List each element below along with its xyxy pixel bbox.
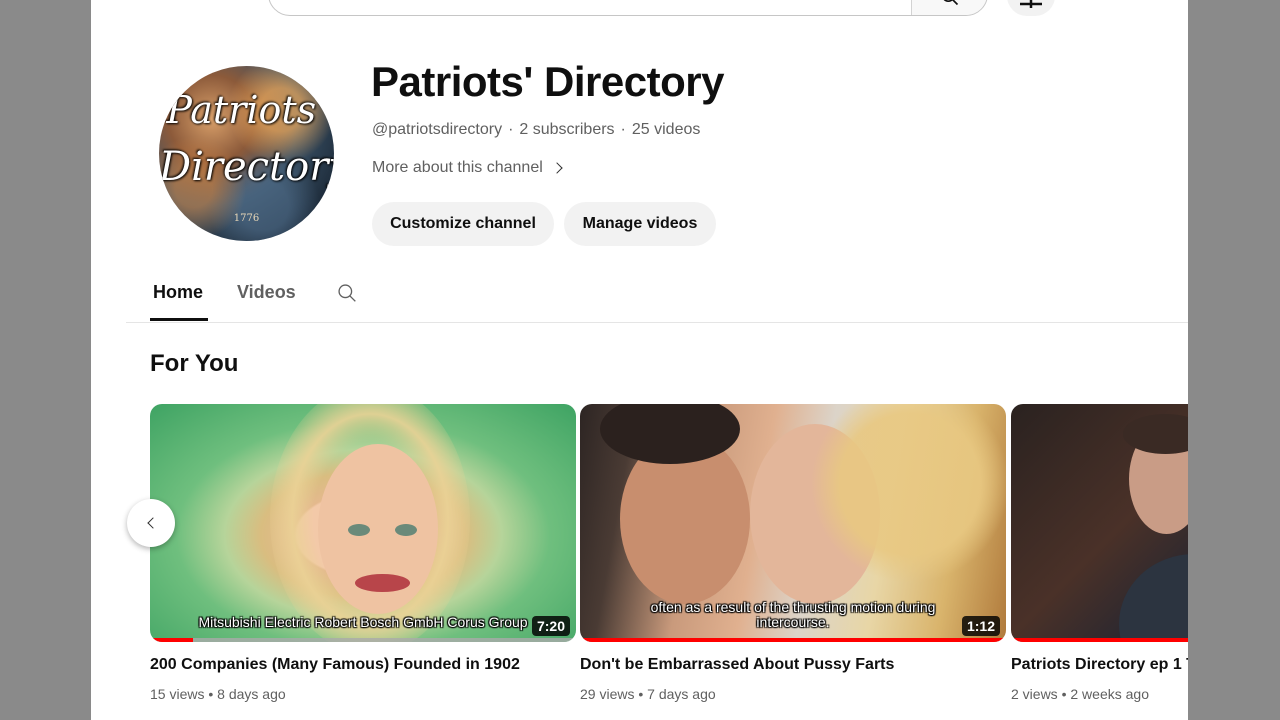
- video-card[interactable]: Patriots Directory ep 1 T 2 views • 2 we…: [1011, 404, 1188, 702]
- active-tab-indicator: [150, 318, 208, 321]
- meta-separator: ·: [620, 121, 626, 138]
- video-title[interactable]: Patriots Directory ep 1 T: [1011, 656, 1188, 674]
- watch-progress: [580, 638, 1006, 642]
- subscriber-count: 2 subscribers: [519, 121, 615, 138]
- more-about-link[interactable]: More about this channel: [372, 159, 563, 177]
- upload-age: 2 weeks ago: [1070, 686, 1149, 702]
- avatar-year: 1776: [233, 213, 260, 224]
- search-icon[interactable]: [337, 283, 357, 303]
- video-caption: Mitsubishi Electric Robert Bosch GmbH Co…: [198, 614, 528, 630]
- video-thumbnail[interactable]: [1011, 404, 1188, 642]
- meta-separator: •: [638, 686, 644, 702]
- chevron-right-icon: [551, 162, 563, 174]
- view-count: 15 views: [150, 686, 205, 702]
- avatar-text: Patriots': [166, 88, 327, 132]
- search-bar[interactable]: [268, 0, 988, 16]
- watch-progress-fill: [580, 638, 1006, 642]
- tabs-divider: [126, 322, 1188, 323]
- section-title: For You: [150, 350, 239, 377]
- avatar-text: Directory: [159, 144, 334, 190]
- search-icon: [943, 0, 958, 6]
- video-thumbnail[interactable]: often as a result of the thrusting motio…: [580, 404, 1006, 642]
- create-button[interactable]: [1007, 0, 1055, 16]
- video-thumbnail[interactable]: Mitsubishi Electric Robert Bosch GmbH Co…: [150, 404, 576, 642]
- watch-progress: [150, 638, 576, 642]
- tab-home[interactable]: Home: [153, 282, 203, 303]
- carousel-previous-button[interactable]: [127, 499, 175, 547]
- video-count: 25 videos: [631, 121, 701, 138]
- watch-progress-fill: [1011, 638, 1188, 642]
- video-card[interactable]: often as a result of the thrusting motio…: [580, 404, 1006, 702]
- video-title[interactable]: 200 Companies (Many Famous) Founded in 1…: [150, 656, 576, 674]
- more-about-label: More about this channel: [372, 159, 543, 176]
- video-meta: 29 views • 7 days ago: [580, 686, 1006, 702]
- search-button[interactable]: [911, 0, 987, 15]
- channel-name: Patriots' Directory: [371, 58, 724, 105]
- view-count: 2 views: [1011, 686, 1058, 702]
- channel-page: Patriots' Directory 1776 Patriots' Direc…: [91, 0, 1188, 720]
- channel-handle: @patriotsdirectory: [372, 121, 503, 138]
- meta-separator: •: [208, 686, 214, 702]
- upload-age: 8 days ago: [217, 686, 286, 702]
- video-duration: 7:20: [531, 616, 570, 636]
- meta-separator: •: [1061, 686, 1067, 702]
- channel-avatar[interactable]: Patriots' Directory 1776: [159, 66, 334, 241]
- watch-progress-fill: [150, 638, 193, 642]
- video-caption: often as a result of the thrusting motio…: [650, 599, 936, 630]
- video-duration: 1:12: [961, 616, 1000, 636]
- plus-icon: [1020, 0, 1042, 8]
- video-card[interactable]: Mitsubishi Electric Robert Bosch GmbH Co…: [150, 404, 576, 702]
- tab-videos[interactable]: Videos: [237, 282, 296, 303]
- channel-meta: @patriotsdirectory · 2 subscribers · 25 …: [372, 121, 700, 139]
- chevron-left-icon: [147, 517, 159, 529]
- video-meta: 15 views • 8 days ago: [150, 686, 576, 702]
- video-title[interactable]: Don't be Embarrassed About Pussy Farts: [580, 656, 1006, 674]
- watch-progress: [1011, 638, 1188, 642]
- meta-separator: ·: [508, 121, 514, 138]
- view-count: 29 views: [580, 686, 635, 702]
- upload-age: 7 days ago: [647, 686, 716, 702]
- manage-videos-button[interactable]: Manage videos: [564, 202, 716, 246]
- video-meta: 2 views • 2 weeks ago: [1011, 686, 1188, 702]
- customize-channel-button[interactable]: Customize channel: [372, 202, 554, 246]
